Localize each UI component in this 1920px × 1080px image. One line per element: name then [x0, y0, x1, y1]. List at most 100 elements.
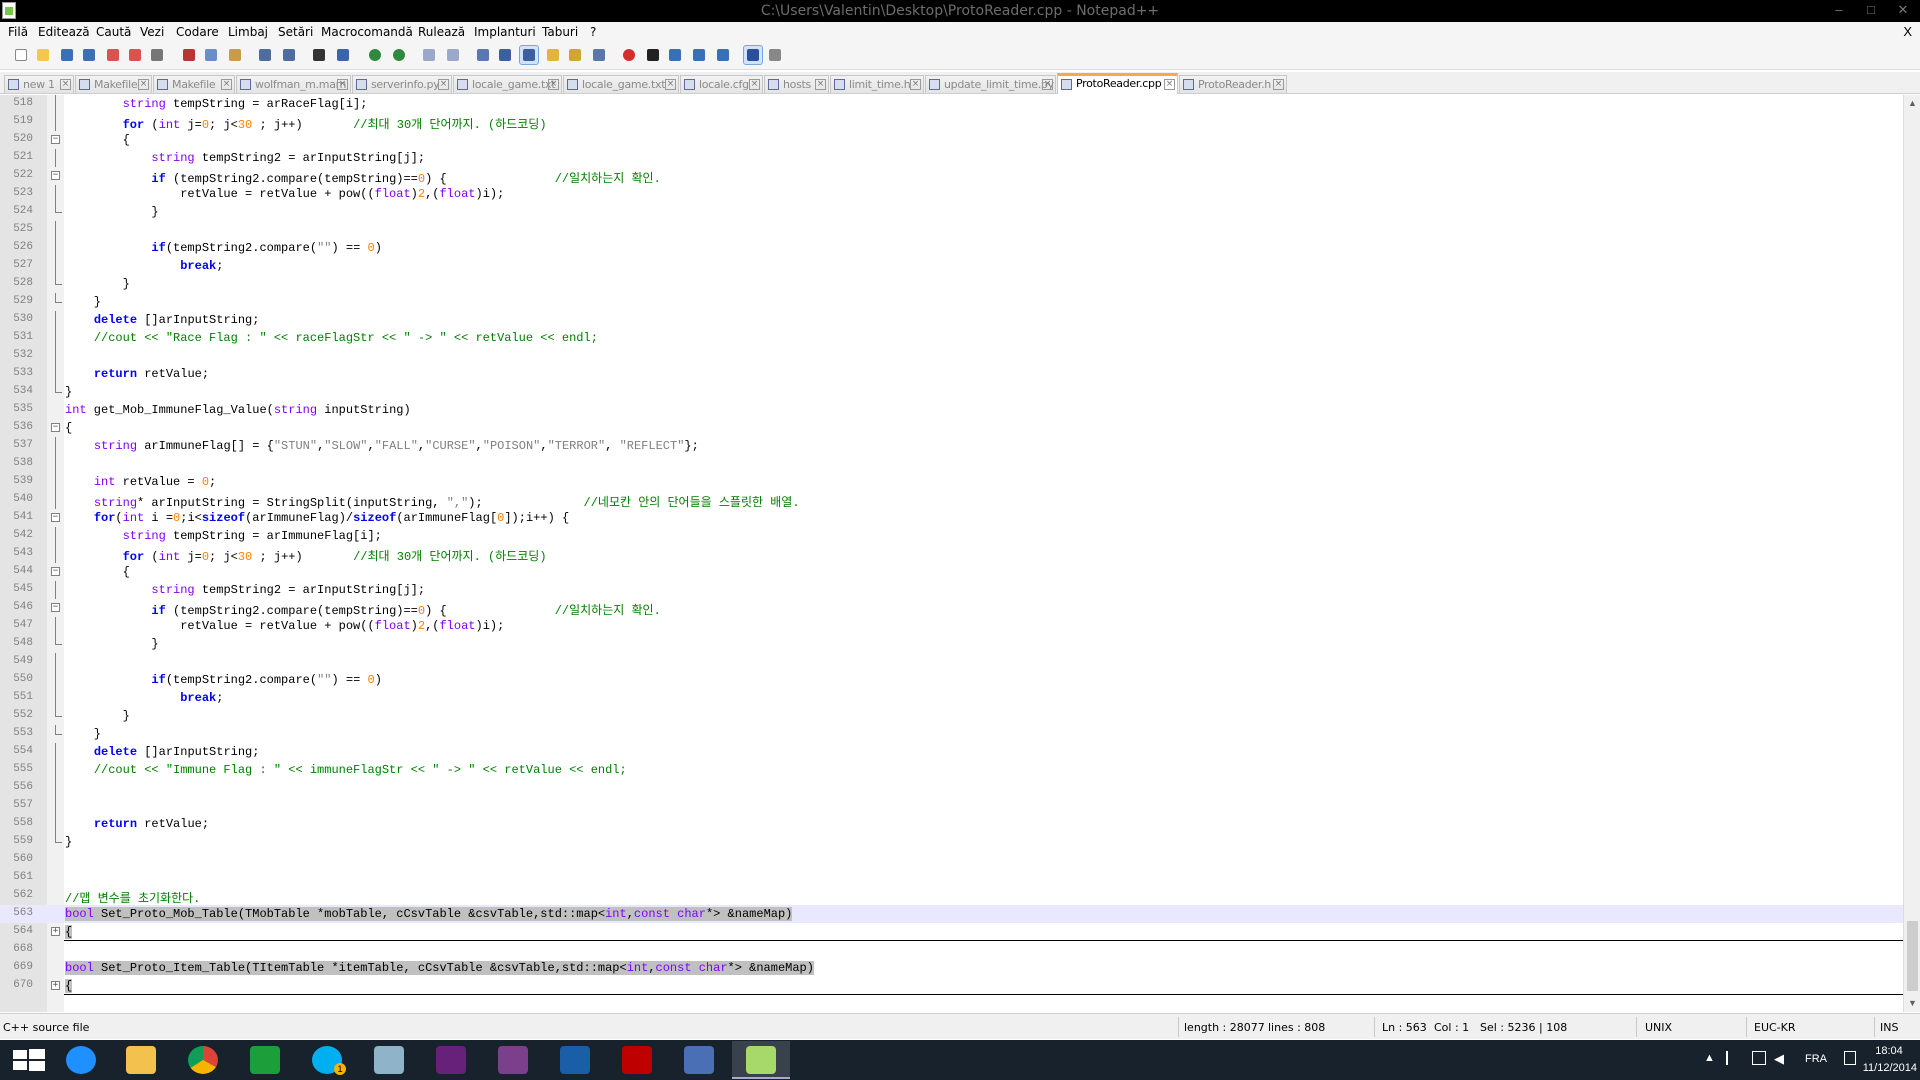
tab-close-icon[interactable]: ×	[548, 79, 559, 90]
fold-collapse-icon[interactable]: −	[51, 135, 60, 144]
tab-new-1[interactable]: new 1 ×	[4, 75, 74, 93]
menu-language[interactable]: Limbaj	[228, 25, 268, 39]
fold-collapse-icon[interactable]: −	[51, 423, 60, 432]
tab-close-icon[interactable]: ×	[1042, 79, 1053, 90]
code-line[interactable]: 553 }	[0, 725, 1903, 743]
code-line[interactable]: 542 string tempString = arImmuneFlag[i];	[0, 527, 1903, 545]
code-line[interactable]: 523 retValue = retValue + pow((float)2,(…	[0, 185, 1903, 203]
tab-hosts[interactable]: hosts ×	[764, 75, 829, 93]
menu-macro[interactable]: Macrocomandă	[321, 25, 413, 39]
code-line[interactable]: 528 }	[0, 275, 1903, 293]
menu-help[interactable]: ?	[590, 25, 596, 39]
code-line[interactable]: 532	[0, 347, 1903, 365]
replace-icon[interactable]	[334, 46, 352, 64]
code-line[interactable]: 530 delete []arInputString;	[0, 311, 1903, 329]
code-line[interactable]: 538	[0, 455, 1903, 473]
fold-collapse-icon[interactable]: −	[51, 171, 60, 180]
code-line[interactable]: 552 }	[0, 707, 1903, 725]
code-line[interactable]: 531 //cout << "Race Flag : " << raceFlag…	[0, 329, 1903, 347]
show-hidden-icons-icon[interactable]: ▲	[1704, 1052, 1715, 1080]
code-line[interactable]: 562 //맵 변수를 초기화한다.	[0, 887, 1903, 906]
menu-view[interactable]: Vezi	[140, 25, 164, 39]
tab-protoreader-h[interactable]: ProtoReader.h ×	[1179, 75, 1287, 93]
network-tool-icon[interactable]	[670, 1041, 728, 1079]
code-line[interactable]: 522 − if (tempString2.compare(tempString)…	[0, 167, 1903, 186]
scroll-thumb[interactable]	[1907, 921, 1918, 991]
code-line[interactable]: 533 return retValue;	[0, 365, 1903, 383]
close-document-button[interactable]: X	[1903, 24, 1912, 39]
volume-icon[interactable]: ◀	[1774, 1051, 1784, 1080]
tab-close-icon[interactable]: ×	[438, 79, 449, 90]
menu-plugins[interactable]: Implanturi	[474, 25, 536, 39]
tab-close-icon[interactable]: ×	[749, 79, 760, 90]
tab-close-icon[interactable]: ×	[1164, 79, 1175, 90]
user-defined-lang-icon[interactable]	[544, 46, 562, 64]
spellcheck-icon[interactable]	[743, 45, 763, 65]
code-line[interactable]: 524 }	[0, 203, 1903, 221]
close-all-icon[interactable]	[126, 46, 144, 64]
tab-close-icon[interactable]: ×	[910, 79, 921, 90]
run-macro-multiple-icon[interactable]	[690, 46, 708, 64]
tab-locale-game-txt-2[interactable]: locale_game.txt ×	[563, 75, 679, 93]
code-editor[interactable]: 518 string tempString = arRaceFlag[i]; 51…	[0, 95, 1903, 1012]
tab-close-icon[interactable]: ×	[138, 79, 149, 90]
code-line[interactable]: 519 for (int j=0; j<30 ; j++) //최대 30개 단…	[0, 113, 1903, 132]
code-line[interactable]: 525	[0, 221, 1903, 239]
sync-vertical-icon[interactable]	[420, 46, 438, 64]
code-line[interactable]: 527 break;	[0, 257, 1903, 275]
tab-serverinfo-py[interactable]: serverinfo.py ×	[352, 75, 452, 93]
undo-icon[interactable]	[256, 46, 274, 64]
close-window-button[interactable]: ✕	[1888, 0, 1918, 20]
tab-close-icon[interactable]: ×	[337, 79, 348, 90]
code-line[interactable]: 537 string arImmuneFlag[] = {"STUN","SLO…	[0, 437, 1903, 455]
fold-collapse-icon[interactable]: −	[51, 603, 60, 612]
tab-makefile-2[interactable]: Makefile ×	[153, 75, 235, 93]
fold-collapse-icon[interactable]: −	[51, 513, 60, 522]
code-line[interactable]: 534}	[0, 383, 1903, 401]
indent-guide-icon[interactable]	[519, 45, 539, 65]
code-line[interactable]: 535 int get_Mob_ImmuneFlag_Value(string i…	[0, 401, 1903, 419]
code-line[interactable]: 543 for (int j=0; j<30 ; j++) //최대 30개 단…	[0, 545, 1903, 564]
code-line[interactable]: 555 //cout << "Immune Flag : " << immune…	[0, 761, 1903, 779]
code-line[interactable]: 540 string* arInputString = StringSplit(…	[0, 491, 1903, 510]
code-line[interactable]: 526 if(tempString2.compare("") == 0)	[0, 239, 1903, 257]
code-line[interactable]: 564 + {	[0, 923, 1903, 941]
tab-close-icon[interactable]: ×	[60, 79, 71, 90]
code-line[interactable]: 557	[0, 797, 1903, 815]
code-line[interactable]: 549	[0, 653, 1903, 671]
menu-edit[interactable]: Editează	[38, 25, 90, 39]
store-icon[interactable]	[236, 1041, 294, 1079]
menu-file[interactable]: Filă	[8, 25, 28, 39]
clock-date[interactable]: 11/12/2014	[1843, 1062, 1917, 1076]
file-explorer-icon[interactable]	[112, 1041, 170, 1079]
code-line[interactable]: 539 int retValue = 0;	[0, 473, 1903, 491]
find-icon[interactable]	[310, 46, 328, 64]
code-line[interactable]: 521 string tempString2 = arInputString[j…	[0, 149, 1903, 167]
tab-close-icon[interactable]: ×	[815, 79, 826, 90]
word-wrap-icon[interactable]	[474, 46, 492, 64]
filezilla-icon[interactable]	[608, 1041, 666, 1079]
code-line[interactable]: 559}	[0, 833, 1903, 851]
menu-search[interactable]: Caută	[96, 25, 131, 39]
code-line[interactable]: 560	[0, 851, 1903, 869]
code-line[interactable]: 548 }	[0, 635, 1903, 653]
record-macro-icon[interactable]	[620, 46, 638, 64]
tab-makefile[interactable]: Makefile ×	[75, 75, 152, 93]
windows-start-icon[interactable]	[0, 1041, 58, 1079]
tab-update-limit-time-py[interactable]: update_limit_time.py ×	[925, 75, 1056, 93]
fold-collapse-icon[interactable]: −	[51, 567, 60, 576]
action-center-icon[interactable]	[1726, 1051, 1738, 1065]
save-icon[interactable]	[58, 46, 76, 64]
redo-icon[interactable]	[280, 46, 298, 64]
code-line[interactable]: 670 + {	[0, 977, 1903, 995]
vertical-scrollbar[interactable]: ▲ ▼	[1903, 95, 1920, 1012]
save-macro-icon[interactable]	[714, 46, 732, 64]
code-line[interactable]: 544 − {	[0, 563, 1903, 581]
zoom-out-icon[interactable]	[390, 46, 408, 64]
maximize-button[interactable]: □	[1856, 0, 1886, 20]
code-line[interactable]: 520 − {	[0, 131, 1903, 149]
tab-wolfman-mam[interactable]: wolfman_m.mam ×	[236, 75, 351, 93]
tab-limit-time-h[interactable]: limit_time.h ×	[830, 75, 924, 93]
menu-settings[interactable]: Setări	[278, 25, 313, 39]
cut-icon[interactable]	[180, 46, 198, 64]
